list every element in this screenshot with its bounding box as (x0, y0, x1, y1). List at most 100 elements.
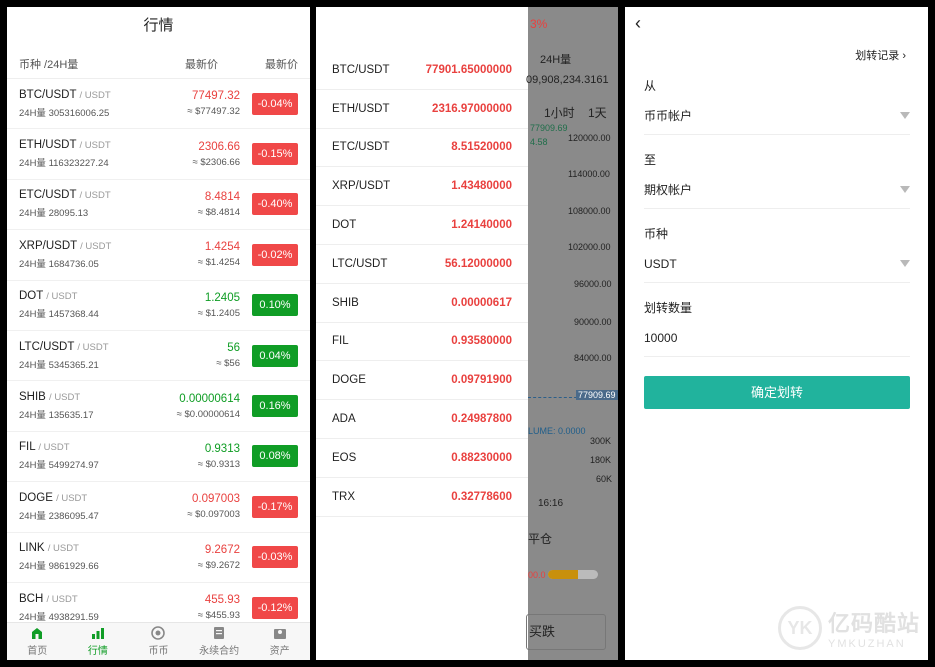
price-cell: 77497.32 ≈ $77497.32 (132, 90, 252, 117)
amount-input[interactable]: 10000 (644, 319, 910, 357)
market-row[interactable]: LINK / USDT 24H量 9861929.66 9.2672 ≈ $9.267… (7, 533, 310, 583)
symbol-name: LINK (19, 542, 45, 555)
drawer-price: 2316.97000000 (432, 102, 512, 115)
volume-24h: 24H量 5499274.97 (19, 460, 99, 472)
quote-currency: / USDT (46, 593, 78, 605)
dropdown-arrow-icon (900, 112, 910, 119)
symbol-name: DOT (19, 290, 44, 303)
drawer-row[interactable]: DOGE 0.09791900 (316, 361, 528, 401)
vol-value: 09,908,234.3161 (526, 74, 609, 86)
drawer-row[interactable]: LTC/USDT 56.12000000 (316, 245, 528, 284)
market-row[interactable]: ETC/USDT / USDT 24H量 28095.13 8.4814 ≈ $8.4… (7, 180, 310, 231)
drawer-row[interactable]: EOS 0.88230000 (316, 439, 528, 478)
to-label: 至 (644, 153, 657, 167)
y-axis-tick: 120000.00 (568, 133, 611, 143)
header-latest-price: 最新价 (185, 58, 218, 71)
volume-tick: 180K (590, 455, 612, 465)
tab-perpetual[interactable]: 永续合约 (189, 623, 250, 660)
y-axis-tick: 114000.00 (568, 169, 610, 179)
drawer-symbol: SHIB (332, 296, 359, 309)
transfer-panel: ‹ 划转记录 › 从 币币帐户 至 期权帐户 币种 USDT 划转数量 1000… (625, 7, 928, 660)
change-badge: 0.04% (252, 344, 298, 367)
symbol-name: FIL (19, 441, 36, 454)
market-row[interactable]: DOGE / USDT 24H量 2386095.47 0.097003 ≈ $0.0… (7, 482, 310, 533)
drawer-row[interactable]: SHIB 0.00000617 (316, 284, 528, 323)
tab-markets[interactable]: 行情 (68, 623, 129, 660)
drawer-symbol: XRP/USDT (332, 180, 391, 193)
quote-currency: / USDT (46, 291, 78, 303)
price-cell: 0.097003 ≈ $0.097003 (132, 493, 252, 520)
drawer-row[interactable]: FIL 0.93580000 (316, 323, 528, 362)
drawer-symbol: EOS (332, 451, 357, 464)
amount-value: 10000 (644, 330, 678, 345)
drawer-row[interactable]: ADA 0.24987800 (316, 400, 528, 439)
symbol-cell: BCH / USDT 24H量 4938291.59 (19, 593, 132, 623)
header-change: 最新价 (265, 58, 298, 71)
volume-24h: 24H量 9861929.66 (19, 561, 99, 573)
volume-24h: 24H量 1457368.44 (19, 309, 99, 321)
watermark: YK 亿码酷站 YMKUZHAN (777, 606, 920, 650)
to-account-value: 期权帐户 (644, 183, 693, 197)
drawer-price: 1.24140000 (451, 219, 512, 232)
buy-down-button[interactable]: 买跌 (526, 614, 606, 650)
price-cell: 1.2405 ≈ $1.2405 (132, 292, 252, 319)
y-axis-tick: 102000.00 (568, 242, 611, 252)
tab-home[interactable]: 首页 (7, 623, 68, 660)
symbol-cell: BTC/USDT / USDT 24H量 305316006.25 (19, 89, 132, 119)
drawer-row[interactable]: XRP/USDT 1.43480000 (316, 167, 528, 207)
to-account-select[interactable]: 期权帐户 (644, 171, 910, 209)
y-axis-tick: 108000.00 (568, 206, 611, 216)
timeframe-1h[interactable]: 1小时 (544, 104, 575, 121)
tab-label: 币币 (148, 646, 169, 657)
latest-price: 56 (227, 342, 240, 355)
market-row[interactable]: ETH/USDT / USDT 24H量 116323227.24 2306.66 ≈… (7, 129, 310, 180)
volume-24h: 24H量 2386095.47 (19, 510, 99, 522)
tab-assets[interactable]: 资产 (249, 623, 310, 660)
market-list: BTC/USDT / USDT 24H量 305316006.25 77497.32… (7, 79, 310, 634)
latest-price: 1.4254 (204, 241, 240, 254)
back-icon[interactable]: ‹ (635, 13, 641, 34)
symbol-cell: LTC/USDT / USDT 24H量 5345365.21 (19, 341, 132, 371)
price-cell: 0.9313 ≈ $0.9313 (132, 443, 252, 470)
usd-equivalent: ≈ $0.00000614 (176, 408, 240, 420)
tab-spot[interactable]: 币币 (128, 623, 189, 660)
drawer-row[interactable]: ETH/USDT 2316.97000000 (316, 90, 528, 129)
symbol-name: BTC/USDT (19, 88, 77, 101)
usd-equivalent: ≈ $455.93 (197, 610, 240, 622)
price-cell: 0.00000614 ≈ $0.00000614 (132, 393, 252, 420)
bottom-tab-bar: 首页 行情 币币 永续合约 资产 (7, 622, 310, 660)
market-row[interactable]: SHIB / USDT 24H量 135635.17 0.00000614 ≈ $0.… (7, 381, 310, 432)
price-cell: 2306.66 ≈ $2306.66 (132, 141, 252, 168)
market-row[interactable]: XRP/USDT / USDT 24H量 1684736.05 1.4254 ≈ $1… (7, 230, 310, 281)
drawer-symbol: TRX (332, 490, 355, 503)
change-badge: -0.15% (252, 143, 298, 166)
drawer-row[interactable]: DOT 1.24140000 (316, 206, 528, 245)
dropdown-arrow-icon (900, 260, 910, 267)
transfer-record-link[interactable]: 划转记录 › (855, 47, 906, 63)
market-panel: 行情 币种 /24H量 最新价 最新价 BTC/USDT / USDT 24H量 … (7, 7, 310, 660)
market-row[interactable]: LTC/USDT / USDT 24H量 5345365.21 56 ≈ $56 0.0… (7, 331, 310, 382)
dropdown-arrow-icon (900, 186, 910, 193)
dimmed-chart-background[interactable]: 3% 24H量 09,908,234.3161 1小时 1天 77909.69 … (526, 7, 618, 660)
market-row[interactable]: FIL / USDT 24H量 5499274.97 0.9313 ≈ $0.9313… (7, 432, 310, 483)
drawer-symbol: DOT (332, 219, 357, 232)
price-cell: 9.2672 ≈ $9.2672 (132, 544, 252, 571)
drawer-row[interactable]: TRX 0.32778600 (316, 478, 528, 517)
symbol-cell: SHIB / USDT 24H量 135635.17 (19, 391, 132, 421)
market-row[interactable]: BTC/USDT / USDT 24H量 305316006.25 77497.32… (7, 79, 310, 130)
coin-select[interactable]: USDT (644, 245, 910, 283)
progress-bar (548, 570, 598, 579)
change-badge: -0.03% (252, 546, 298, 569)
from-account-select[interactable]: 币币帐户 (644, 97, 910, 135)
timeframe-1d[interactable]: 1天 (588, 104, 607, 121)
drawer-row[interactable]: ETC/USDT 8.51520000 (316, 129, 528, 168)
symbol-name: SHIB (19, 391, 46, 404)
drawer-row[interactable]: BTC/USDT 77901.65000000 (316, 51, 528, 90)
price-cell: 455.93 ≈ $455.93 (132, 594, 252, 621)
market-table-header: 币种 /24H量 最新价 最新价 (7, 49, 310, 79)
market-row[interactable]: DOT / USDT 24H量 1457368.44 1.2405 ≈ $1.2405… (7, 281, 310, 331)
latest-price: 9.2672 (204, 543, 240, 556)
ma-value: 77909.69 (530, 123, 568, 133)
latest-price: 77497.32 (192, 90, 240, 103)
confirm-transfer-button[interactable]: 确定划转 (644, 376, 910, 409)
